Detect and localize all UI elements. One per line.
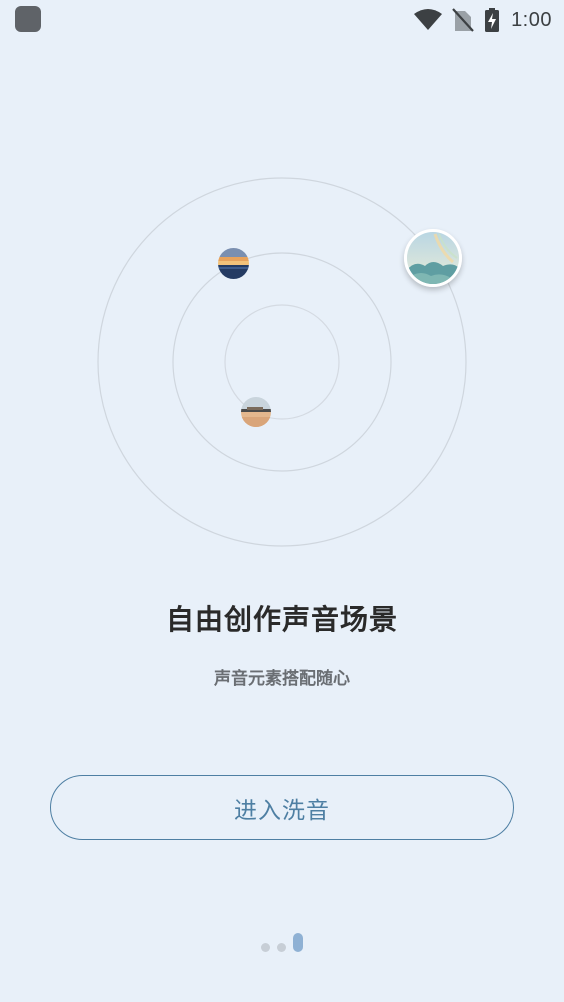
page-subtitle: 声音元素搭配随心: [214, 669, 350, 689]
desert-scene-planet[interactable]: [241, 397, 271, 427]
enter-button[interactable]: 进入洗音: [50, 775, 514, 840]
sunset-scene-planet[interactable]: [218, 248, 249, 279]
orbit-ring-middle: [172, 252, 392, 472]
sky-scene-planet[interactable]: [404, 229, 462, 287]
orbit-ring-outer: [97, 177, 467, 547]
page-dot-1: [261, 943, 270, 952]
page-dot-2: [277, 943, 286, 952]
page-indicator: [0, 933, 564, 953]
orbit-illustration: [0, 0, 564, 560]
page-title: 自由创作声音场景: [165, 603, 398, 636]
page-dot-3-active: [293, 933, 303, 952]
orbit-ring-inner: [224, 304, 340, 420]
orbit-rings: [97, 177, 467, 547]
